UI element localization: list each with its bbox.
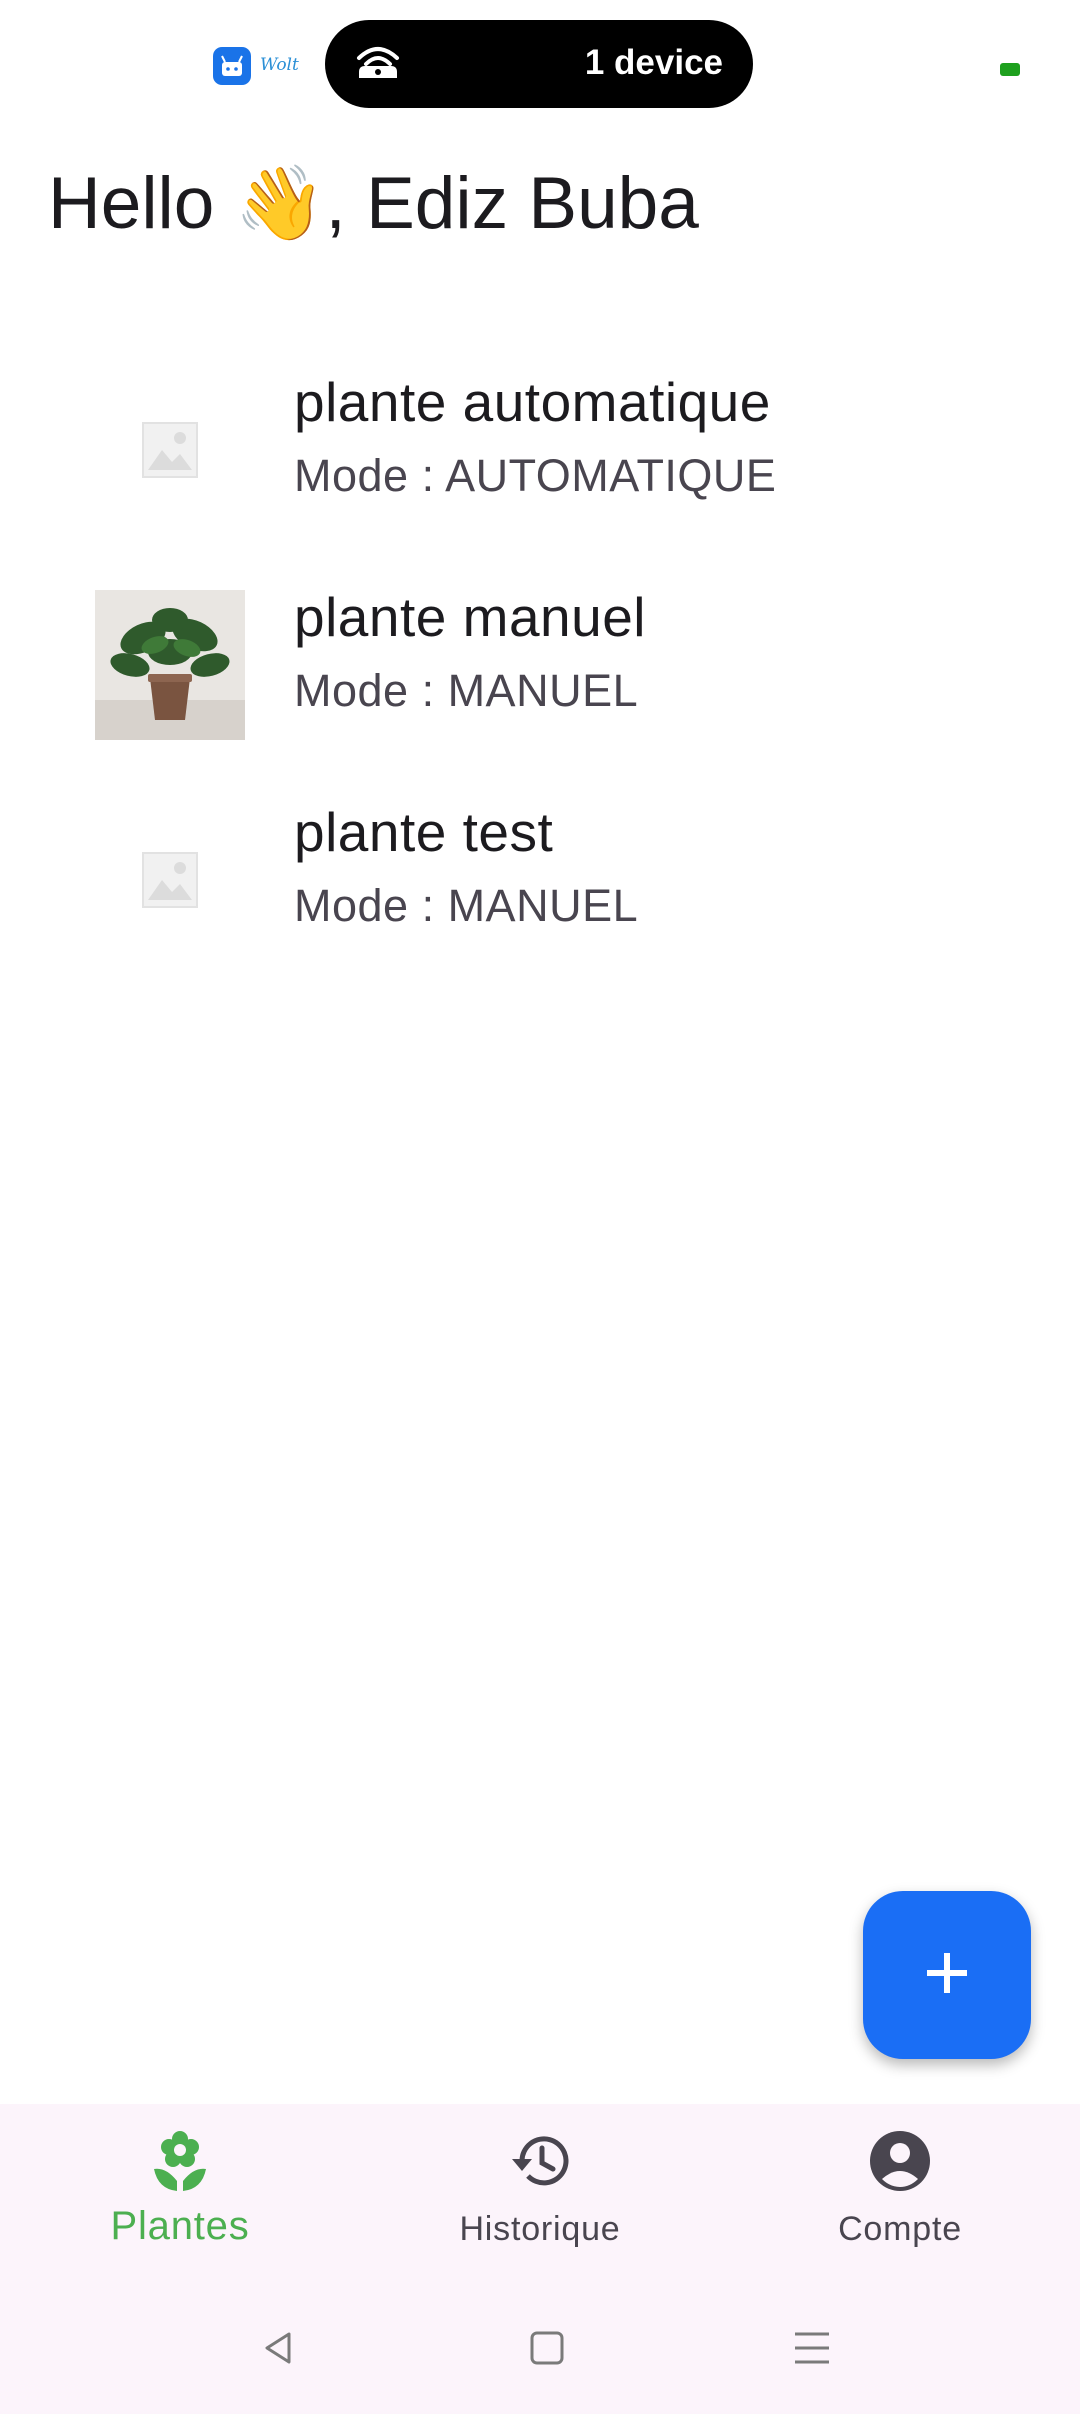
hotspot-icon (353, 42, 403, 89)
plant-title: plante automatique (294, 371, 771, 433)
menu-icon[interactable] (752, 2282, 872, 2414)
android-app-icon (213, 47, 251, 85)
connected-device-pill[interactable]: 1 device (325, 20, 753, 108)
nav-label: Historique (459, 2210, 621, 2248)
placeholder-image-icon (95, 375, 245, 525)
plant-photo (95, 590, 245, 740)
list-item[interactable]: plante test Mode : MANUEL (0, 770, 1080, 985)
nav-label: Compte (838, 2210, 962, 2248)
flower-icon (148, 2129, 212, 2193)
plant-title: plante test (294, 801, 554, 863)
plant-list: plante automatique Mode : AUTOMATIQUE pl… (0, 340, 1080, 985)
greeting-title: Hello 👋, Ediz Buba (48, 163, 699, 244)
plant-mode: Mode : AUTOMATIQUE (294, 450, 777, 501)
app-badge-label: Wolt (260, 55, 299, 75)
plant-title: plante manuel (294, 586, 647, 648)
plant-mode: Mode : MANUEL (294, 880, 639, 931)
back-icon[interactable] (219, 2282, 339, 2414)
list-item[interactable]: plante automatique Mode : AUTOMATIQUE (0, 340, 1080, 555)
history-icon (508, 2129, 572, 2193)
nav-item-historique[interactable]: Historique (360, 2104, 720, 2282)
add-plant-button[interactable] (863, 1891, 1031, 2059)
plant-mode: Mode : MANUEL (294, 665, 639, 716)
status-bar: Wolt 1 device (0, 0, 1080, 130)
nav-item-plantes[interactable]: Plantes (0, 2104, 360, 2282)
bottom-navigation: Plantes Historique Compte (0, 2104, 1080, 2282)
system-navigation-bar (0, 2282, 1080, 2414)
account-icon (868, 2129, 932, 2193)
plus-icon (923, 1949, 971, 2002)
nav-item-compte[interactable]: Compte (720, 2104, 1080, 2282)
app-screen: Wolt 1 device Hello 👋, Ediz Buba plante … (0, 0, 1080, 2414)
list-item[interactable]: plante manuel Mode : MANUEL (0, 555, 1080, 770)
device-count: 1 device (584, 43, 723, 82)
nav-label: Plantes (110, 2204, 250, 2248)
battery-icon (1000, 63, 1020, 76)
home-icon[interactable] (487, 2282, 607, 2414)
placeholder-image-icon (95, 805, 245, 955)
